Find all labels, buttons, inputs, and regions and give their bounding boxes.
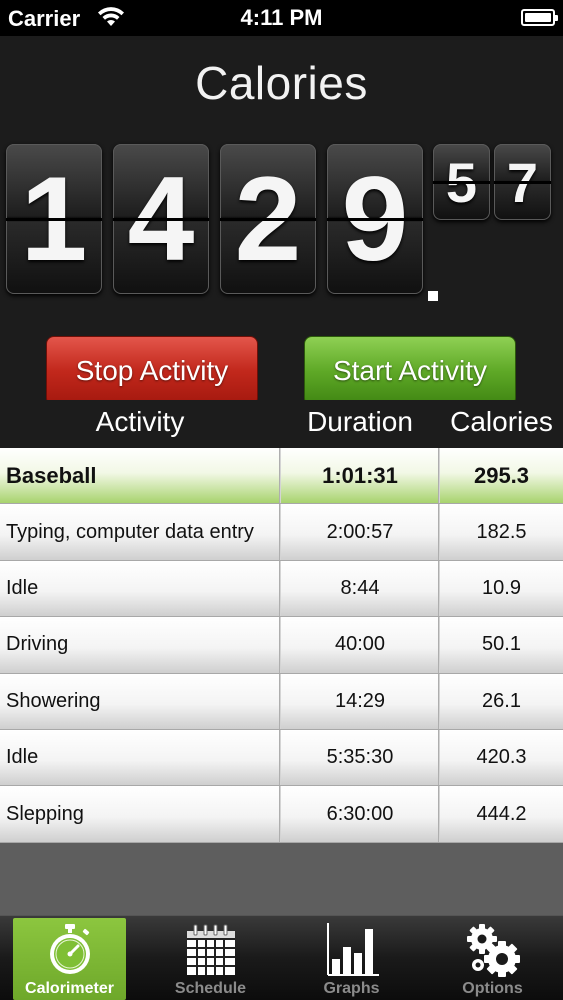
header-activity: Activity [95,406,185,437]
activity-name: Typing, computer data entry [6,520,254,543]
tab-label: Calorimeter [25,980,114,997]
table-row[interactable]: Driving 40:00 50.1 [0,617,563,674]
table-row[interactable]: Showering 14:29 26.1 [0,673,563,730]
tab-label: Graphs [323,980,380,997]
activity-calories: 444.2 [476,802,527,825]
activity-name: Showering [6,689,101,712]
flip-digit: 9 [327,144,423,294]
table-empty-area [0,843,563,915]
activity-duration: 6:30:00 [326,802,394,825]
activity-name: Slepping [6,802,84,825]
table-row[interactable]: Typing, computer data entry 2:00:57 182.… [0,504,563,561]
activity-calories: 10.9 [482,576,521,599]
table-row[interactable]: Baseball 1:01:31 295.3 [0,448,563,505]
tab-options[interactable]: Options [436,918,549,1000]
tab-label: Options [462,980,523,997]
flip-digit: 2 [220,144,316,294]
stop-activity-button[interactable]: Stop Activity [46,336,258,406]
calorie-counter-panel: Calories 1 4 2 9 5 7 Stop Activity Start… [0,36,563,408]
tab-bar: Calorimeter Schedule Graphs Options [0,915,563,1000]
activity-name: Idle [6,576,39,599]
tab-calorimeter[interactable]: Calorimeter [13,918,126,1000]
stopwatch-icon [49,924,90,974]
status-bar: Carrier 4:11 PM [0,0,563,36]
flip-decimal-digit: 5 [433,144,490,220]
table-row[interactable]: Idle 8:44 10.9 [0,560,563,618]
activity-calories: 50.1 [482,633,521,656]
header-calories: Calories [450,406,553,437]
activity-duration: 14:29 [334,689,386,712]
table-header: Activity Duration Calories [0,400,563,448]
activity-duration: 2:00:57 [326,520,394,543]
activity-calories: 295.3 [473,462,530,488]
start-activity-button[interactable]: Start Activity [304,336,516,406]
flip-digit: 1 [6,144,102,294]
activity-name: Idle [6,746,39,769]
header-duration: Duration [307,406,413,437]
tab-schedule[interactable]: Schedule [154,918,267,1000]
status-time: 4:11 PM [240,5,323,30]
flip-decimal-digit: 7 [494,144,551,220]
battery-icon [521,9,558,26]
activity-calories: 420.3 [476,746,527,769]
flip-digit: 4 [113,144,209,294]
counter-title: Calories [195,57,368,109]
activity-duration: 1:01:31 [322,462,398,488]
activity-calories: 26.1 [482,689,521,712]
activity-duration: 40:00 [334,633,386,656]
table-row[interactable]: Idle 5:35:30 420.3 [0,729,563,787]
tab-graphs[interactable]: Graphs [295,918,408,1000]
table-row[interactable]: Slepping 6:30:00 444.2 [0,786,563,843]
activity-name: Baseball [6,462,97,488]
gears-icon [466,924,520,977]
activity-duration: 5:35:30 [326,746,394,769]
tab-label: Schedule [174,980,247,997]
activity-name: Driving [6,633,69,656]
calendar-icon [186,924,235,975]
bar-chart-icon [326,923,379,976]
decimal-point [428,291,438,301]
activity-table: Baseball 1:01:31 295.3 Typing, computer … [0,448,563,843]
activity-calories: 182.5 [476,520,527,543]
activity-duration: 8:44 [340,576,380,599]
